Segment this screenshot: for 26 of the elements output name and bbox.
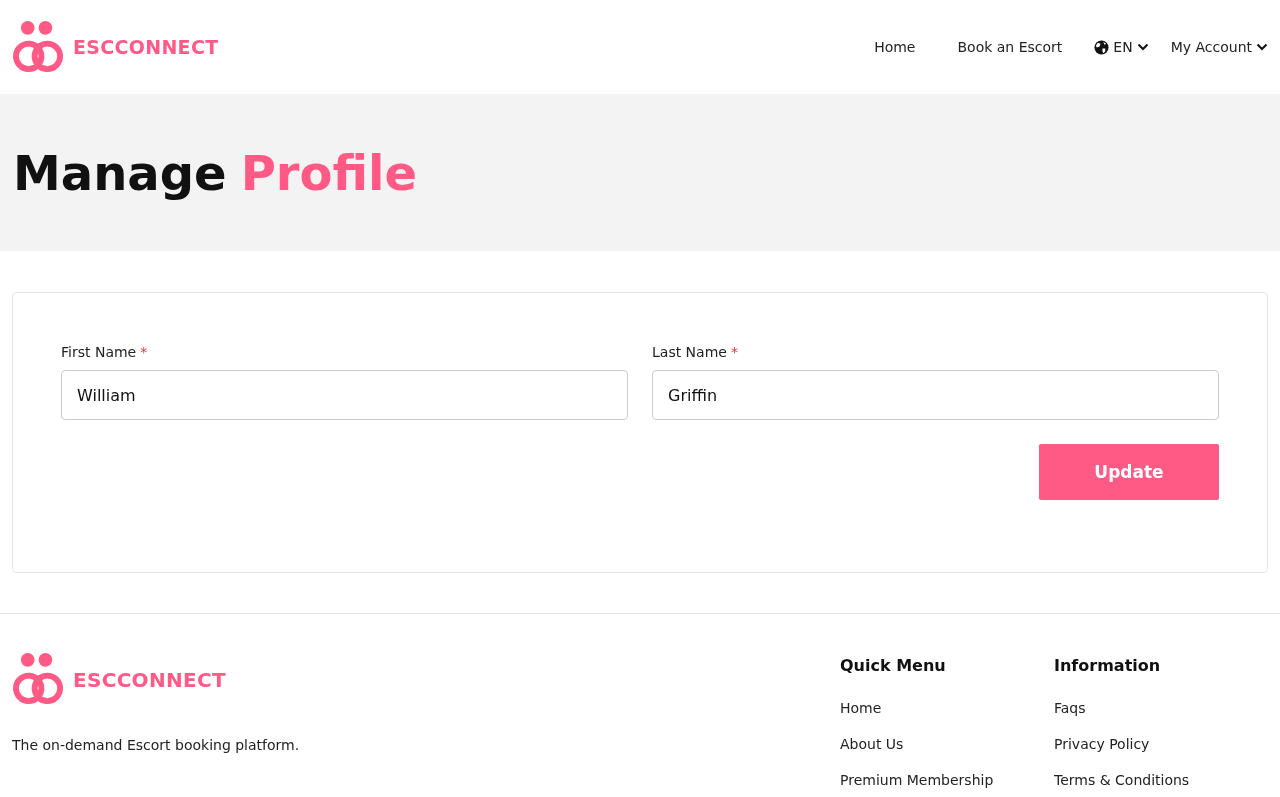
required-mark: *	[140, 344, 148, 360]
footer-heading: Information	[1054, 656, 1162, 675]
page-title-accent: Profile	[240, 144, 418, 201]
brand-name: ESCCONNECT	[73, 667, 226, 692]
input-field[interactable]: William	[61, 370, 628, 420]
required-mark: *	[730, 344, 738, 360]
footer-link[interactable]: About Us	[840, 736, 1054, 752]
chevron-down-icon	[1136, 43, 1149, 51]
footer-link[interactable]: Premium Membership	[840, 772, 1054, 788]
brand-name: ESCCONNECT	[73, 36, 219, 58]
page-title: Manage	[13, 144, 227, 201]
field-label: First Name	[61, 344, 137, 360]
tagline: The on-demand Escort booking platform.	[12, 737, 301, 753]
nav-link[interactable]: Home	[864, 39, 926, 55]
field-label: Last Name	[652, 344, 727, 360]
nav-link[interactable]: Book an Escort	[947, 39, 1073, 55]
language-selector[interactable]: EN	[1094, 39, 1149, 55]
globe-icon	[1094, 39, 1110, 55]
footer-link[interactable]: Terms & Conditions	[1054, 772, 1268, 788]
footer-link[interactable]: Home	[840, 700, 1054, 716]
footer-heading: Quick Menu	[840, 656, 947, 675]
account-menu[interactable]: My Account	[1170, 39, 1268, 55]
footer-link[interactable]: Faqs	[1054, 700, 1268, 716]
input-field[interactable]: Griffin	[652, 370, 1219, 420]
footer-link[interactable]: Privacy Policy	[1054, 736, 1268, 752]
chevron-down-icon	[1256, 43, 1268, 51]
